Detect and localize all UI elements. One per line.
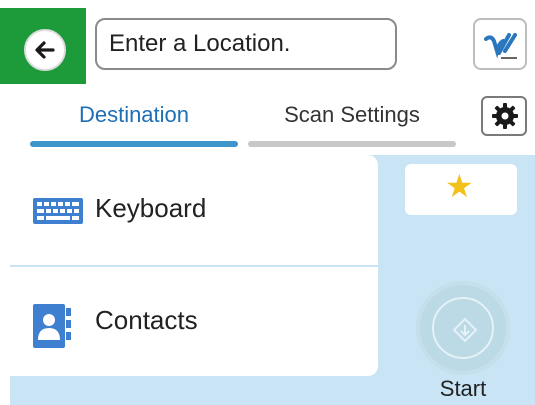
destination-list: Keyboard Contacts — [10, 155, 378, 376]
start-label: Start — [439, 376, 487, 401]
location-input[interactable] — [95, 18, 397, 70]
contacts-label: Contacts — [95, 305, 198, 335]
content-area: Keyboard Contacts ★ Start — [10, 155, 535, 405]
keyboard-label: Keyboard — [95, 193, 207, 223]
gear-icon — [492, 103, 518, 129]
start-diamond-icon — [452, 317, 478, 343]
list-item-contacts[interactable]: Contacts — [10, 267, 378, 375]
settings-button[interactable] — [481, 96, 527, 136]
tab-scan-settings-underline — [248, 141, 456, 147]
keyboard-icon — [33, 198, 83, 224]
tab-destination[interactable]: Destination — [30, 96, 238, 151]
scan-app-logo-icon — [484, 33, 517, 59]
favorite-button[interactable]: ★ — [405, 164, 517, 215]
tab-scan-settings[interactable]: Scan Settings — [248, 96, 456, 151]
top-bar — [0, 0, 535, 84]
list-item-keyboard[interactable]: Keyboard — [10, 155, 378, 263]
tab-destination-label: Destination — [78, 102, 190, 127]
tab-scan-settings-label: Scan Settings — [284, 102, 420, 127]
scan-app-button[interactable] — [473, 18, 527, 70]
start-button-ring — [432, 297, 494, 359]
back-button[interactable] — [0, 8, 86, 84]
contacts-icon — [33, 304, 71, 348]
tab-destination-underline — [30, 141, 238, 147]
star-icon: ★ — [445, 168, 474, 204]
start-button[interactable] — [416, 281, 510, 375]
arrow-left-icon — [24, 29, 66, 71]
